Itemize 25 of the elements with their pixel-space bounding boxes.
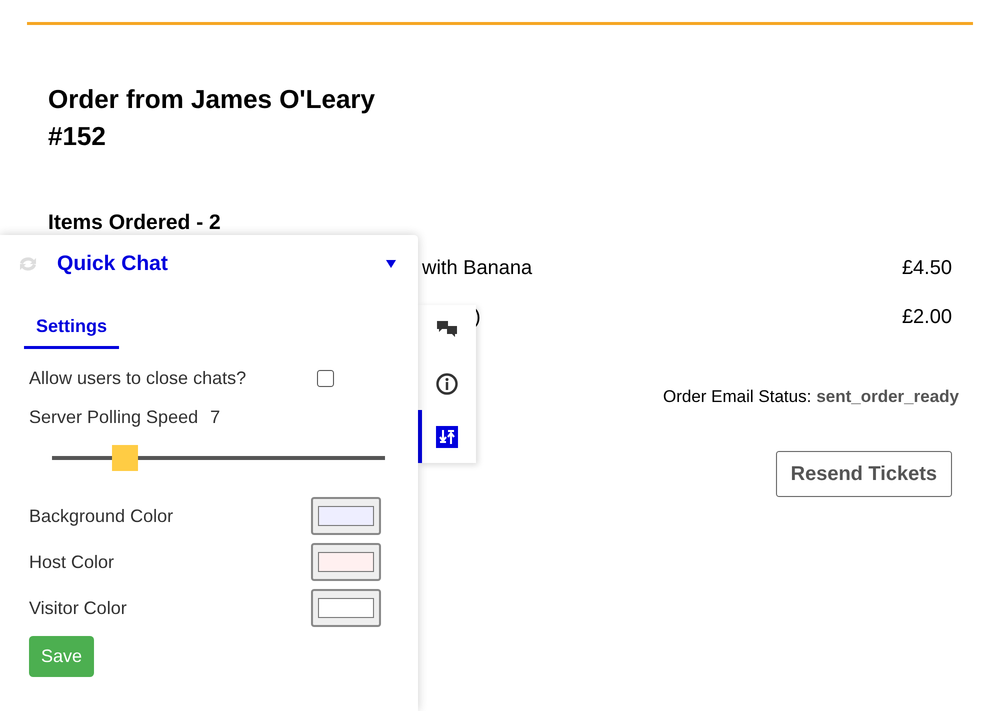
item-price: £2.00 — [902, 304, 952, 330]
color-picker[interactable] — [311, 589, 381, 627]
color-picker[interactable] — [311, 543, 381, 581]
items-heading: Items Ordered - 2 — [48, 210, 222, 236]
color-label: Host Color — [29, 550, 114, 574]
color-label: Background Color — [29, 504, 174, 528]
slider-thumb[interactable] — [112, 445, 138, 471]
color-picker[interactable] — [311, 497, 381, 535]
settings-tab[interactable]: Settings — [24, 313, 120, 349]
email-status-value: sent_order_ready — [816, 386, 959, 408]
settings-icon — [435, 426, 459, 448]
caret-icon[interactable] — [386, 260, 396, 268]
allow-close-label: Allow users to close chats? — [29, 367, 246, 390]
info-icon — [435, 373, 459, 395]
allow-close-checkbox[interactable] — [317, 370, 334, 387]
item-name: with Banana — [422, 256, 532, 280]
panel-title: Quick Chat — [57, 251, 168, 278]
polling-speed-value: 7 — [210, 406, 220, 429]
email-status-label: Order Email Status: — [662, 386, 812, 408]
order-title: Order from James O'Leary #152 — [48, 83, 376, 153]
polling-speed-label: Server Polling Speed — [29, 406, 198, 429]
polling-speed-slider[interactable] — [52, 445, 385, 471]
item-price: £4.50 — [902, 256, 952, 280]
color-label: Visitor Color — [29, 596, 127, 620]
resend-tickets-button[interactable]: Resend Tickets — [776, 451, 952, 497]
